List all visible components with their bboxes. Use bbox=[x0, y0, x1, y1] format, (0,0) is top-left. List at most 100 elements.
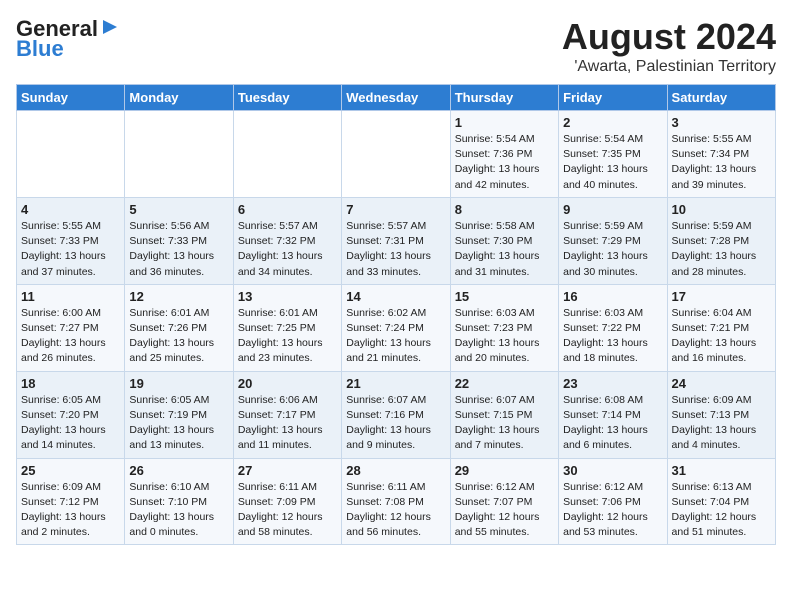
page-header: General Blue August 2024 'Awarta, Palest… bbox=[16, 16, 776, 76]
day-info: Sunrise: 6:12 AM Sunset: 7:06 PM Dayligh… bbox=[563, 480, 662, 541]
calendar-day-cell: 31 Sunrise: 6:13 AM Sunset: 7:04 PM Dayli… bbox=[667, 458, 775, 545]
day-info: Sunrise: 5:54 AM Sunset: 7:35 PM Dayligh… bbox=[563, 132, 662, 193]
day-info: Sunrise: 6:08 AM Sunset: 7:14 PM Dayligh… bbox=[563, 393, 662, 454]
calendar-day-cell: 19Sunrise: 6:05 AM Sunset: 7:19 PM Dayli… bbox=[125, 371, 233, 458]
day-number: 17 bbox=[672, 289, 771, 304]
day-number: 27 bbox=[238, 463, 337, 478]
calendar-header-row: SundayMondayTuesdayWednesdayThursdayFrid… bbox=[17, 85, 776, 111]
day-info: Sunrise: 6:01 AM Sunset: 7:25 PM Dayligh… bbox=[238, 306, 337, 367]
day-number: 25 bbox=[21, 463, 120, 478]
calendar-day-cell: 3 Sunrise: 5:55 AM Sunset: 7:34 PM Daylig… bbox=[667, 111, 775, 198]
day-number: 22 bbox=[455, 376, 554, 391]
calendar-day-cell: 6Sunrise: 5:57 AM Sunset: 7:32 PM Daylig… bbox=[233, 197, 341, 284]
calendar-day-cell: 1 Sunrise: 5:54 AM Sunset: 7:36 PM Daylig… bbox=[450, 111, 558, 198]
calendar-day-cell: 12Sunrise: 6:01 AM Sunset: 7:26 PM Dayli… bbox=[125, 284, 233, 371]
calendar-day-cell: 8 Sunrise: 5:58 AM Sunset: 7:30 PM Daylig… bbox=[450, 197, 558, 284]
day-info: Sunrise: 6:05 AM Sunset: 7:19 PM Dayligh… bbox=[129, 393, 228, 454]
calendar-day-cell: 27 Sunrise: 6:11 AM Sunset: 7:09 PM Dayli… bbox=[233, 458, 341, 545]
day-number: 13 bbox=[238, 289, 337, 304]
day-info: Sunrise: 6:07 AM Sunset: 7:15 PM Dayligh… bbox=[455, 393, 554, 454]
day-info: Sunrise: 6:11 AM Sunset: 7:08 PM Dayligh… bbox=[346, 480, 445, 541]
day-info: Sunrise: 5:57 AM Sunset: 7:32 PM Dayligh… bbox=[238, 219, 337, 280]
day-info: Sunrise: 6:02 AM Sunset: 7:24 PM Dayligh… bbox=[346, 306, 445, 367]
calendar-day-cell: 5Sunrise: 5:56 AM Sunset: 7:33 PM Daylig… bbox=[125, 197, 233, 284]
calendar-day-cell: 7Sunrise: 5:57 AM Sunset: 7:31 PM Daylig… bbox=[342, 197, 450, 284]
month-year-title: August 2024 bbox=[562, 16, 776, 58]
day-info: Sunrise: 5:54 AM Sunset: 7:36 PM Dayligh… bbox=[455, 132, 554, 193]
weekday-header: Friday bbox=[559, 85, 667, 111]
calendar-day-cell: 13 Sunrise: 6:01 AM Sunset: 7:25 PM Dayli… bbox=[233, 284, 341, 371]
calendar-week-row: 11Sunrise: 6:00 AM Sunset: 7:27 PM Dayli… bbox=[17, 284, 776, 371]
day-info: Sunrise: 6:11 AM Sunset: 7:09 PM Dayligh… bbox=[238, 480, 337, 541]
day-number: 23 bbox=[563, 376, 662, 391]
calendar-day-cell: 21 Sunrise: 6:07 AM Sunset: 7:16 PM Dayli… bbox=[342, 371, 450, 458]
day-info: Sunrise: 6:13 AM Sunset: 7:04 PM Dayligh… bbox=[672, 480, 771, 541]
day-number: 9 bbox=[563, 202, 662, 217]
day-number: 26 bbox=[129, 463, 228, 478]
calendar-day-cell: 2 Sunrise: 5:54 AM Sunset: 7:35 PM Daylig… bbox=[559, 111, 667, 198]
calendar-day-cell: 30 Sunrise: 6:12 AM Sunset: 7:06 PM Dayli… bbox=[559, 458, 667, 545]
day-info: Sunrise: 6:00 AM Sunset: 7:27 PM Dayligh… bbox=[21, 306, 120, 367]
day-info: Sunrise: 5:55 AM Sunset: 7:34 PM Dayligh… bbox=[672, 132, 771, 193]
calendar-day-cell: 29Sunrise: 6:12 AM Sunset: 7:07 PM Dayli… bbox=[450, 458, 558, 545]
day-info: Sunrise: 6:07 AM Sunset: 7:16 PM Dayligh… bbox=[346, 393, 445, 454]
day-info: Sunrise: 6:04 AM Sunset: 7:21 PM Dayligh… bbox=[672, 306, 771, 367]
day-number: 10 bbox=[672, 202, 771, 217]
calendar-day-cell: 11Sunrise: 6:00 AM Sunset: 7:27 PM Dayli… bbox=[17, 284, 125, 371]
calendar-week-row: 1 Sunrise: 5:54 AM Sunset: 7:36 PM Daylig… bbox=[17, 111, 776, 198]
day-info: Sunrise: 6:03 AM Sunset: 7:22 PM Dayligh… bbox=[563, 306, 662, 367]
day-number: 28 bbox=[346, 463, 445, 478]
day-number: 8 bbox=[455, 202, 554, 217]
weekday-header: Saturday bbox=[667, 85, 775, 111]
day-number: 21 bbox=[346, 376, 445, 391]
calendar-day-cell: 18 Sunrise: 6:05 AM Sunset: 7:20 PM Dayli… bbox=[17, 371, 125, 458]
calendar-day-cell: 25 Sunrise: 6:09 AM Sunset: 7:12 PM Dayli… bbox=[17, 458, 125, 545]
day-info: Sunrise: 5:57 AM Sunset: 7:31 PM Dayligh… bbox=[346, 219, 445, 280]
calendar-day-cell bbox=[342, 111, 450, 198]
weekday-header: Tuesday bbox=[233, 85, 341, 111]
day-number: 31 bbox=[672, 463, 771, 478]
calendar-day-cell: 14 Sunrise: 6:02 AM Sunset: 7:24 PM Dayli… bbox=[342, 284, 450, 371]
day-info: Sunrise: 5:59 AM Sunset: 7:29 PM Dayligh… bbox=[563, 219, 662, 280]
calendar-week-row: 18 Sunrise: 6:05 AM Sunset: 7:20 PM Dayli… bbox=[17, 371, 776, 458]
day-info: Sunrise: 5:55 AM Sunset: 7:33 PM Dayligh… bbox=[21, 219, 120, 280]
day-number: 18 bbox=[21, 376, 120, 391]
day-number: 15 bbox=[455, 289, 554, 304]
calendar-day-cell: 4 Sunrise: 5:55 AM Sunset: 7:33 PM Daylig… bbox=[17, 197, 125, 284]
calendar-day-cell: 28 Sunrise: 6:11 AM Sunset: 7:08 PM Dayli… bbox=[342, 458, 450, 545]
weekday-header: Monday bbox=[125, 85, 233, 111]
calendar-day-cell: 26 Sunrise: 6:10 AM Sunset: 7:10 PM Dayli… bbox=[125, 458, 233, 545]
weekday-header: Thursday bbox=[450, 85, 558, 111]
day-number: 20 bbox=[238, 376, 337, 391]
day-number: 16 bbox=[563, 289, 662, 304]
weekday-header: Wednesday bbox=[342, 85, 450, 111]
day-number: 4 bbox=[21, 202, 120, 217]
calendar-day-cell: 22 Sunrise: 6:07 AM Sunset: 7:15 PM Dayli… bbox=[450, 371, 558, 458]
day-info: Sunrise: 6:10 AM Sunset: 7:10 PM Dayligh… bbox=[129, 480, 228, 541]
day-number: 30 bbox=[563, 463, 662, 478]
logo-icon bbox=[101, 18, 119, 36]
day-number: 14 bbox=[346, 289, 445, 304]
day-info: Sunrise: 5:58 AM Sunset: 7:30 PM Dayligh… bbox=[455, 219, 554, 280]
day-number: 2 bbox=[563, 115, 662, 130]
day-info: Sunrise: 6:09 AM Sunset: 7:12 PM Dayligh… bbox=[21, 480, 120, 541]
day-info: Sunrise: 6:01 AM Sunset: 7:26 PM Dayligh… bbox=[129, 306, 228, 367]
title-block: August 2024 'Awarta, Palestinian Territo… bbox=[562, 16, 776, 76]
day-info: Sunrise: 6:05 AM Sunset: 7:20 PM Dayligh… bbox=[21, 393, 120, 454]
calendar-day-cell: 24Sunrise: 6:09 AM Sunset: 7:13 PM Dayli… bbox=[667, 371, 775, 458]
day-info: Sunrise: 6:06 AM Sunset: 7:17 PM Dayligh… bbox=[238, 393, 337, 454]
calendar-day-cell: 23 Sunrise: 6:08 AM Sunset: 7:14 PM Dayli… bbox=[559, 371, 667, 458]
day-number: 3 bbox=[672, 115, 771, 130]
location-subtitle: 'Awarta, Palestinian Territory bbox=[562, 58, 776, 76]
calendar-day-cell: 20 Sunrise: 6:06 AM Sunset: 7:17 PM Dayli… bbox=[233, 371, 341, 458]
day-number: 1 bbox=[455, 115, 554, 130]
logo: General Blue bbox=[16, 16, 119, 62]
calendar-day-cell: 16 Sunrise: 6:03 AM Sunset: 7:22 PM Dayli… bbox=[559, 284, 667, 371]
day-info: Sunrise: 6:09 AM Sunset: 7:13 PM Dayligh… bbox=[672, 393, 771, 454]
calendar-day-cell bbox=[17, 111, 125, 198]
calendar-table: SundayMondayTuesdayWednesdayThursdayFrid… bbox=[16, 84, 776, 545]
day-info: Sunrise: 5:59 AM Sunset: 7:28 PM Dayligh… bbox=[672, 219, 771, 280]
calendar-day-cell bbox=[233, 111, 341, 198]
calendar-day-cell: 9 Sunrise: 5:59 AM Sunset: 7:29 PM Daylig… bbox=[559, 197, 667, 284]
day-info: Sunrise: 6:03 AM Sunset: 7:23 PM Dayligh… bbox=[455, 306, 554, 367]
